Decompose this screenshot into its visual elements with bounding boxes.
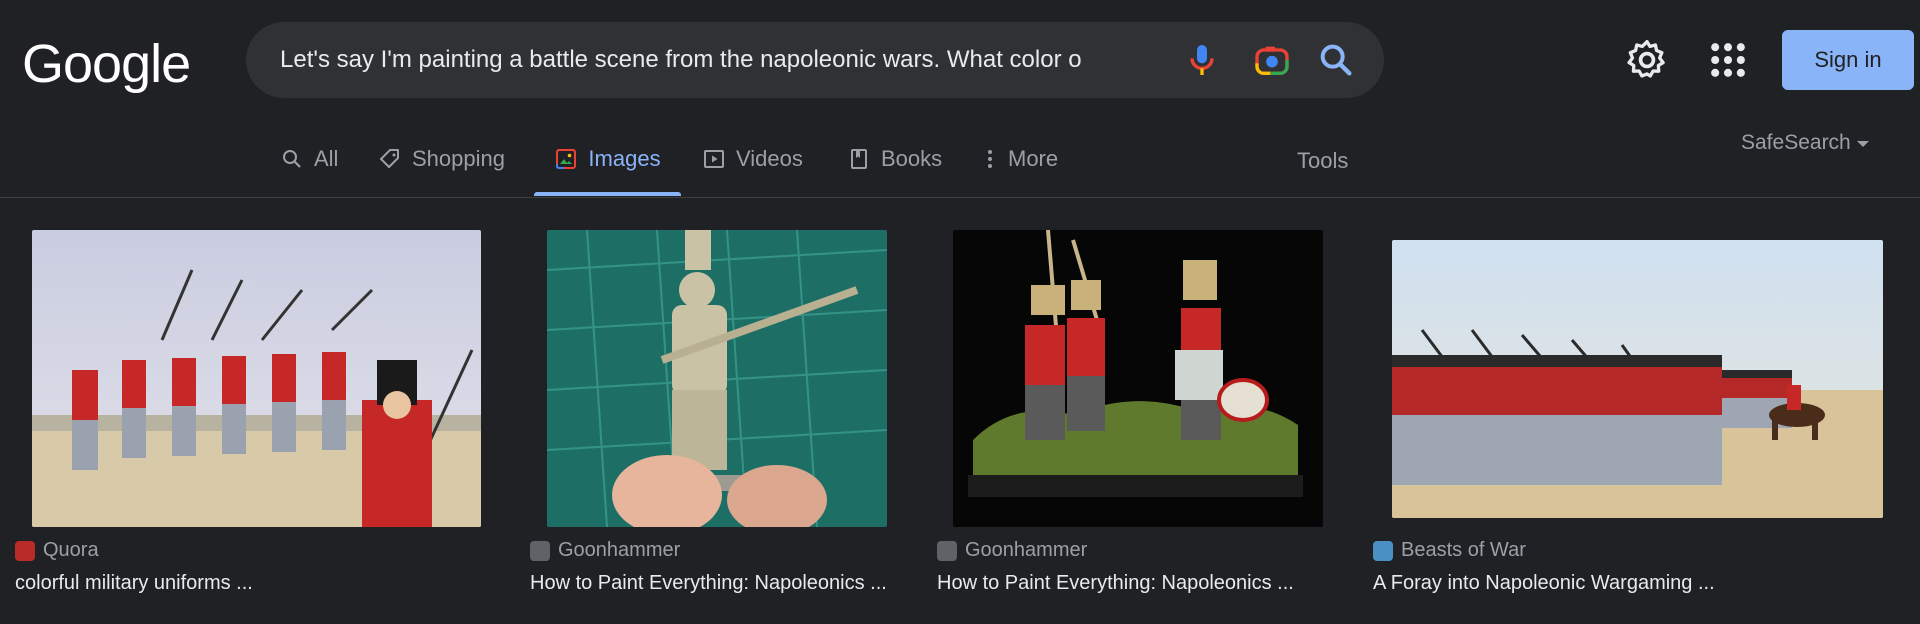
- tab-more[interactable]: More: [978, 130, 1058, 196]
- result-source: Quora: [15, 539, 99, 562]
- result-source: Beasts of War: [1373, 539, 1526, 562]
- tab-label: All: [314, 146, 339, 171]
- safesearch-dropdown[interactable]: SafeSearch: [1741, 131, 1869, 155]
- search-box[interactable]: Let's say I'm painting a battle scene fr…: [246, 22, 1384, 98]
- settings-gear-icon[interactable]: [1625, 38, 1669, 82]
- dropdown-caret-icon: [1856, 141, 1869, 147]
- safesearch-label: SafeSearch: [1741, 131, 1851, 154]
- result-thumbnail[interactable]: [953, 230, 1323, 527]
- search-icon: [283, 150, 301, 168]
- tab-books[interactable]: Books: [847, 130, 942, 196]
- result-thumbnail[interactable]: [547, 230, 887, 527]
- google-logo[interactable]: Google: [22, 33, 191, 95]
- source-name: Goonhammer: [965, 539, 1088, 561]
- source-name: Beasts of War: [1401, 539, 1526, 561]
- result-title[interactable]: How to Paint Everything: Napoleonics ...: [937, 572, 1317, 595]
- tools-button[interactable]: Tools: [1297, 148, 1348, 174]
- source-name: Goonhammer: [558, 539, 681, 561]
- tab-videos[interactable]: Videos: [702, 130, 803, 196]
- result-thumbnail[interactable]: [32, 230, 481, 527]
- result-title[interactable]: A Foray into Napoleonic Wargaming ...: [1373, 572, 1873, 595]
- goonhammer-favicon-icon: [530, 540, 550, 561]
- source-name: Quora: [43, 539, 99, 561]
- tab-label: Shopping: [412, 146, 505, 171]
- tab-label: Images: [588, 146, 661, 171]
- tab-label: More: [1008, 146, 1059, 171]
- quora-favicon-icon: [15, 540, 35, 561]
- result-title[interactable]: colorful military uniforms ...: [15, 572, 435, 595]
- goonhammer-favicon-icon: [937, 540, 957, 561]
- tab-label: Books: [881, 146, 943, 171]
- tab-label: Videos: [736, 146, 803, 171]
- result-source: Goonhammer: [530, 539, 680, 562]
- book-icon: [851, 149, 867, 169]
- result-source: Goonhammer: [937, 539, 1087, 562]
- header-divider: [0, 197, 1920, 198]
- beasts-of-war-favicon-icon: [1373, 540, 1393, 561]
- result-thumbnail[interactable]: [1392, 240, 1883, 518]
- tab-shopping[interactable]: Shopping: [378, 130, 505, 196]
- tab-all[interactable]: All: [280, 130, 338, 196]
- tab-images[interactable]: Images: [534, 130, 681, 196]
- image-icon: [556, 149, 577, 169]
- microphone-icon[interactable]: [1182, 40, 1222, 80]
- lens-camera-icon[interactable]: [1252, 40, 1292, 80]
- apps-grid-icon[interactable]: [1706, 38, 1750, 82]
- more-vertical-icon: [988, 150, 992, 168]
- search-input[interactable]: Let's say I'm painting a battle scene fr…: [280, 46, 1160, 74]
- tag-icon: [380, 149, 399, 168]
- play-icon: [704, 150, 724, 168]
- search-icon[interactable]: [1316, 40, 1356, 80]
- sign-in-button[interactable]: Sign in: [1782, 30, 1914, 90]
- result-title[interactable]: How to Paint Everything: Napoleonics ...: [530, 572, 890, 595]
